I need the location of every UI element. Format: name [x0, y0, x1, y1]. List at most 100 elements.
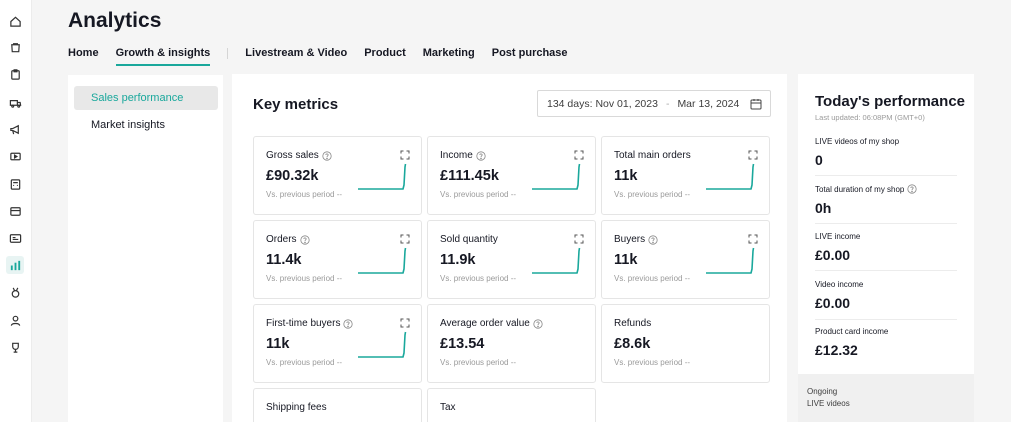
sidebar-item-sales-performance[interactable]: Sales performance	[74, 86, 218, 110]
date-range-picker[interactable]: 134 days: Nov 01, 2023- Mar 13, 2024	[537, 90, 771, 117]
expand-icon[interactable]	[574, 234, 584, 244]
help-icon[interactable]	[533, 318, 543, 329]
date-range-days: 134 days:	[547, 97, 593, 110]
metric-card-gross-sales[interactable]: Gross sales £90.32k Vs. previous period …	[253, 136, 422, 215]
megaphone-icon[interactable]	[6, 120, 24, 138]
analytics-icon[interactable]	[6, 256, 24, 274]
tab-product[interactable]: Product	[364, 47, 406, 66]
video-icon[interactable]	[6, 147, 24, 165]
metric-value: 11.9k	[440, 252, 476, 268]
metric-card-sold-quantity[interactable]: Sold quantity 11.9k Vs. previous period …	[427, 220, 596, 299]
sidebar-item-market-insights[interactable]: Market insights	[74, 113, 218, 137]
sparkline	[706, 163, 755, 190]
metric-label: Shipping fees	[266, 402, 327, 413]
metric-label: Sold quantity	[440, 234, 498, 245]
metric-compare: Vs. previous period --	[266, 358, 343, 367]
help-icon[interactable]	[648, 234, 658, 245]
metric-value: £13.54	[440, 336, 485, 352]
tab-marketing[interactable]: Marketing	[423, 47, 475, 66]
ongoing-sub-label: LIVE videos	[807, 399, 850, 408]
metric-card-average-order-value[interactable]: Average order value £13.54 Vs. previous …	[427, 304, 596, 383]
expand-icon[interactable]	[574, 150, 584, 160]
help-icon[interactable]	[343, 318, 354, 329]
calendar-icon	[750, 99, 762, 110]
page-title: Analytics	[68, 9, 162, 32]
date-range-separator: -	[665, 97, 670, 110]
expand-icon[interactable]	[748, 234, 758, 244]
metric-compare: Vs. previous period --	[614, 274, 691, 283]
tab-livestream-video[interactable]: Livestream & Video	[245, 47, 347, 66]
metric-card-income[interactable]: Income £111.45k Vs. previous period --	[427, 136, 596, 215]
orders-icon[interactable]	[6, 38, 24, 56]
perf-label-total-duration: Total duration of my shop	[815, 184, 917, 194]
metric-value: 11.4k	[266, 252, 302, 268]
perf-label-live-videos: LIVE videos of my shop	[815, 137, 900, 146]
date-range-start: Nov 01, 2023	[595, 97, 658, 110]
metric-label: Refunds	[614, 318, 652, 329]
metric-value: 11k	[614, 168, 638, 184]
metric-compare: Vs. previous period --	[266, 190, 343, 199]
id-card-icon[interactable]	[6, 229, 24, 247]
todays-performance-panel: Today's performance Last updated: 06:08P…	[798, 74, 974, 374]
divider	[815, 175, 957, 176]
metric-card-shipping-fees[interactable]: Shipping fees	[253, 388, 422, 422]
metric-compare: Vs. previous period --	[614, 358, 691, 367]
calculator-icon[interactable]	[6, 175, 24, 193]
tab-home[interactable]: Home	[68, 47, 99, 66]
key-metrics-title: Key metrics	[253, 96, 339, 113]
medal-icon[interactable]	[6, 283, 24, 301]
metric-label: Tax	[440, 402, 456, 413]
metric-card-buyers[interactable]: Buyers 11k Vs. previous period --	[601, 220, 770, 299]
metric-card-first-time-buyers[interactable]: First-time buyers 11k Vs. previous perio…	[253, 304, 422, 383]
divider	[815, 319, 957, 320]
sparkline	[358, 331, 407, 358]
metric-label: Average order value	[440, 318, 543, 329]
help-icon[interactable]	[299, 234, 310, 245]
sparkline	[358, 247, 407, 274]
metric-value: 11k	[614, 252, 638, 268]
person-icon[interactable]	[6, 311, 24, 329]
left-nav-rail	[0, 0, 32, 422]
metric-compare: Vs. previous period --	[614, 190, 691, 199]
tab-divider	[227, 48, 229, 59]
tab-growth-insights[interactable]: Growth & insights	[115, 47, 210, 66]
top-tabs: Home Growth & insights Livestream & Vide…	[68, 47, 585, 69]
perf-label-video-income: Video income	[815, 280, 864, 289]
expand-icon[interactable]	[400, 150, 410, 160]
home-icon[interactable]	[6, 12, 24, 30]
ongoing-live-videos-panel[interactable]: Ongoing LIVE videos	[798, 374, 974, 422]
metric-card-total-main-orders[interactable]: Total main orders 11k Vs. previous perio…	[601, 136, 770, 215]
store-icon[interactable]	[6, 202, 24, 220]
perf-value-video-income: £0.00	[815, 295, 851, 311]
metric-compare: Vs. previous period --	[440, 358, 517, 367]
divider	[815, 223, 957, 224]
perf-value-product-card-income: £12.32	[815, 342, 858, 358]
metric-label: Orders	[266, 234, 310, 245]
perf-label-live-income: LIVE income	[815, 232, 861, 241]
last-updated: Last updated: 06:08PM (GMT+0)	[815, 113, 925, 122]
perf-value-live-income: £0.00	[815, 247, 851, 263]
sub-sidebar: Sales performance Market insights	[68, 75, 223, 422]
metric-label: Buyers	[614, 234, 658, 245]
help-icon[interactable]	[322, 150, 332, 161]
metric-card-orders[interactable]: Orders 11.4k Vs. previous period --	[253, 220, 422, 299]
trophy-icon[interactable]	[6, 338, 24, 356]
metric-card-tax[interactable]: Tax	[427, 388, 596, 422]
sparkline	[532, 163, 581, 190]
metric-label: Income	[440, 150, 486, 161]
metric-compare: Vs. previous period --	[440, 274, 517, 283]
help-icon[interactable]	[476, 150, 486, 161]
sparkline	[532, 247, 581, 274]
key-metrics-panel: Key metrics 134 days: Nov 01, 2023- Mar 1…	[232, 74, 787, 422]
metric-card-refunds[interactable]: Refunds £8.6k Vs. previous period --	[601, 304, 770, 383]
expand-icon[interactable]	[400, 234, 410, 244]
clipboard-icon[interactable]	[6, 65, 24, 83]
help-icon[interactable]	[907, 184, 917, 194]
expand-icon[interactable]	[748, 150, 758, 160]
todays-performance-title: Today's performance	[815, 93, 965, 110]
perf-value-live-videos: 0	[815, 152, 823, 168]
tab-post-purchase[interactable]: Post purchase	[492, 47, 568, 66]
metric-value: £90.32k	[266, 168, 319, 184]
expand-icon[interactable]	[400, 318, 410, 328]
truck-icon[interactable]	[6, 93, 24, 111]
